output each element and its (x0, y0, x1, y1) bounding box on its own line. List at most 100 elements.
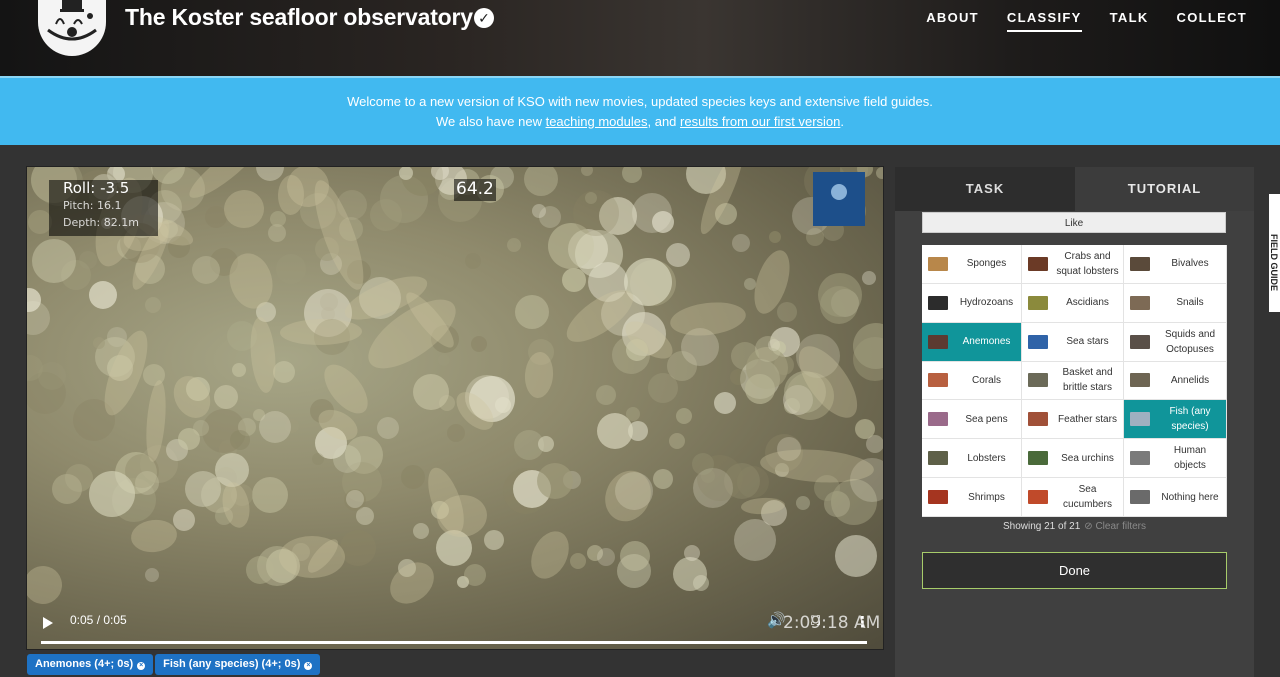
field-guide-tab[interactable]: FIELD GUIDE (1269, 194, 1280, 312)
video-frame (27, 167, 883, 604)
annotation-tag[interactable]: Anemones (4+; 0s) × (27, 654, 154, 675)
tag-label: Fish (any species) (4+; 0s) (163, 658, 301, 670)
species-label: Ascidians (1066, 297, 1109, 309)
species-thumbnail (1028, 373, 1048, 388)
species-thumbnail (1130, 490, 1150, 505)
species-thumbnail (1028, 334, 1048, 349)
species-option[interactable]: Sponges (922, 245, 1022, 284)
classify-panel: TASK TUTORIAL Like Sponges Crabs and squa… (895, 167, 1254, 677)
depth-readout: Depth: 82.1m (63, 216, 139, 229)
banner-line-2: We also have new teaching modules, and r… (0, 112, 1280, 132)
species-thumbnail (928, 373, 948, 388)
species-thumbnail (928, 412, 948, 427)
species-label: Corals (972, 374, 1001, 386)
species-thumbnail (1130, 373, 1150, 388)
species-thumbnail (1130, 451, 1150, 466)
species-option[interactable]: Fish (any species) (1124, 400, 1227, 440)
nav-about[interactable]: ABOUT (926, 10, 979, 32)
species-option[interactable]: Shrimps (922, 478, 1022, 517)
species-label: Lobsters (967, 452, 1006, 464)
pitch-readout: Pitch: 16.1 (63, 199, 122, 212)
remove-icon[interactable]: × (137, 662, 146, 670)
species-label: Nothing here (1161, 491, 1219, 503)
fullscreen-icon[interactable]: ⛶ (811, 613, 820, 629)
species-grid: Sponges Crabs and squat lobsters Bivalves H… (922, 245, 1227, 517)
species-thumbnail (1028, 295, 1048, 310)
species-thumbnail (1028, 451, 1048, 466)
teaching-modules-link[interactable]: teaching modules (546, 114, 648, 129)
check-badge-icon: ✓ (474, 8, 494, 28)
species-option[interactable]: Squids and Octopuses (1124, 322, 1227, 362)
species-thumbnail (1130, 412, 1150, 427)
species-option[interactable]: Snails (1124, 283, 1227, 323)
banner-text: We also have new (435, 114, 546, 129)
species-thumbnail (928, 256, 948, 271)
announcement-banner: Welcome to a new version of KSO with new… (0, 78, 1280, 145)
species-option[interactable]: Human objects (1124, 439, 1227, 479)
species-thumbnail (928, 295, 948, 310)
main-nav: ABOUT CLASSIFY TALK COLLECT (926, 10, 1247, 32)
video-progress-bar[interactable] (41, 641, 867, 644)
nav-talk[interactable]: TALK (1110, 10, 1149, 32)
showing-count: Showing 21 of 21 ⊘ Clear filters (895, 521, 1254, 532)
banner-text: . (840, 114, 845, 129)
species-thumbnail (1130, 334, 1150, 349)
species-option[interactable]: Nothing here (1124, 478, 1227, 517)
banner-text: , and (647, 114, 681, 129)
species-thumbnail (1028, 412, 1048, 427)
species-thumbnail (1028, 256, 1048, 271)
species-label: Shrimps (968, 491, 1005, 503)
remove-icon[interactable]: × (304, 662, 313, 670)
volume-icon[interactable]: 🔊 (767, 611, 786, 629)
kso-logo[interactable] (38, 0, 106, 56)
like-filter[interactable]: Like (922, 212, 1226, 233)
species-label: Squids and Octopuses (1164, 328, 1216, 355)
tag-label: Anemones (4+; 0s) (35, 658, 134, 670)
clear-filters-link[interactable]: ⊘ Clear filters (1084, 521, 1146, 532)
species-option[interactable]: Bivalves (1124, 245, 1227, 284)
species-option[interactable]: Anemones (922, 322, 1022, 362)
tab-tutorial[interactable]: TUTORIAL (1075, 167, 1254, 211)
video-watermark-logo (813, 172, 865, 226)
species-label: Human objects (1173, 445, 1207, 472)
annotation-tag[interactable]: Fish (any species) (4+; 0s) × (155, 654, 321, 675)
species-label: Snails (1176, 297, 1204, 309)
species-label: Sea stars (1066, 336, 1109, 348)
tab-task[interactable]: TASK (895, 167, 1075, 211)
species-option[interactable]: Basket and brittle stars (1022, 361, 1124, 401)
site-header: The Koster seafloor observatory ✓ ABOUT … (0, 0, 1280, 78)
species-option[interactable]: Sea stars (1022, 322, 1124, 362)
site-title[interactable]: The Koster seafloor observatory (125, 4, 473, 31)
nav-classify[interactable]: CLASSIFY (1006, 10, 1082, 32)
species-thumbnail (928, 451, 948, 466)
more-options-icon[interactable]: ⋮ (855, 613, 870, 631)
species-option[interactable]: Lobsters (922, 439, 1022, 479)
species-option[interactable]: Sea urchins (1022, 439, 1124, 479)
species-thumbnail (1028, 490, 1048, 505)
video-player[interactable]: Roll: -3.5 Pitch: 16.1 Depth: 82.1m 64.2… (26, 166, 884, 650)
species-label: Annelids (1170, 374, 1210, 386)
species-label: Crabs and squat lobsters (1056, 250, 1119, 277)
showing-text: Showing 21 of 21 (1002, 521, 1081, 532)
play-icon[interactable] (43, 617, 53, 629)
roll-overlay: Roll: -3.5 Pitch: 16.1 Depth: 82.1m (49, 180, 158, 236)
field-guide-label: FIELD GUIDE (1269, 234, 1279, 292)
species-option[interactable]: Crabs and squat lobsters (1022, 245, 1124, 284)
species-label: Sea cucumbers (1063, 484, 1112, 511)
species-option[interactable]: Sea cucumbers (1022, 478, 1124, 517)
species-option[interactable]: Feather stars (1022, 400, 1124, 440)
banner-line-1: Welcome to a new version of KSO with new… (347, 94, 933, 109)
species-option[interactable]: Hydrozoans (922, 283, 1022, 323)
results-link[interactable]: results from our first version (680, 114, 840, 129)
clear-filters-label: Clear filters (1095, 521, 1147, 532)
species-thumbnail (1130, 256, 1150, 271)
species-option[interactable]: Sea pens (922, 400, 1022, 440)
done-button[interactable]: Done (922, 552, 1227, 589)
heading-overlay: 64.2 (454, 179, 496, 201)
species-label: Sea pens (965, 413, 1008, 425)
roll-readout: Roll: -3.5 (63, 179, 130, 197)
nav-collect[interactable]: COLLECT (1177, 10, 1247, 32)
species-option[interactable]: Annelids (1124, 361, 1227, 401)
species-option[interactable]: Ascidians (1022, 283, 1124, 323)
species-option[interactable]: Corals (922, 361, 1022, 401)
